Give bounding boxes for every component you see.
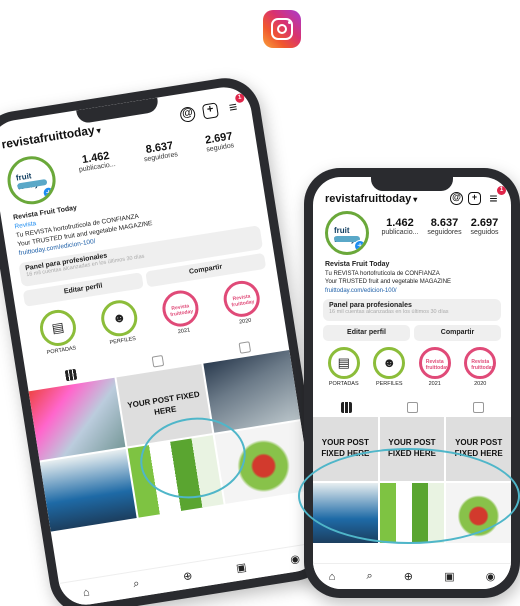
post-thumbnail[interactable] [39, 448, 137, 532]
grid-tab-icon[interactable] [64, 368, 77, 381]
instagram-profile-screen: revistafruittoday▾ @ + ≡1 fruit today + … [313, 177, 511, 589]
stat-posts[interactable]: 1.462 publicacio... [381, 217, 418, 236]
highlight-2020[interactable]: Revista fruittoday 2020 [218, 278, 266, 328]
post-thumbnail[interactable] [446, 483, 511, 543]
bio-line-1: Tu REVISTA hortofrutícola de CONFIANZA [325, 270, 440, 277]
profile-icon[interactable]: ◉ [486, 570, 496, 583]
search-icon[interactable]: ⌕ [132, 577, 140, 591]
people-icon: ☻ [382, 355, 397, 370]
post-thumbnail[interactable] [313, 483, 378, 543]
threads-icon[interactable]: @ [450, 192, 463, 205]
highlight-perfiles[interactable]: ☻ PERFILES [96, 297, 144, 347]
post-thumbnail-fixed[interactable]: YOUR POST FIXED HERE [446, 417, 511, 481]
grid-tab-icon[interactable] [340, 401, 352, 413]
home-icon[interactable]: ⌂ [82, 586, 90, 599]
notification-badge: 1 [234, 93, 245, 104]
book-icon: ▤ [50, 319, 66, 336]
share-profile-button[interactable]: Compartir [414, 325, 501, 341]
stat-following[interactable]: 2.697 seguidos [470, 217, 498, 236]
tagged-tab-icon[interactable] [237, 340, 251, 354]
highlight-2020[interactable]: Revista fruittoday 2020 [459, 347, 501, 387]
highlight-portadas[interactable]: ▤ PORTADAS [34, 307, 82, 357]
highlight-2021[interactable]: Revista fruittoday 2021 [414, 347, 456, 387]
avatar[interactable]: fruit today + [325, 211, 369, 255]
edit-profile-button[interactable]: Editar perfil [323, 325, 410, 341]
profile-name: Revista Fruit Today [325, 261, 390, 268]
post-thumbnail-fixed[interactable]: YOUR POST FIXED HERE [313, 417, 378, 481]
highlight-portadas[interactable]: ▤ PORTADAS [323, 347, 365, 387]
professional-dashboard[interactable]: Panel para profesionales 16 mil cuentas … [323, 299, 501, 321]
tagged-tab-icon[interactable] [472, 401, 484, 413]
create-icon[interactable]: ⊕ [404, 570, 413, 583]
post-thumbnail[interactable] [214, 421, 312, 504]
bottom-nav: ⌂ ⌕ ⊕ ▣ ◉ [58, 541, 324, 606]
phone-right: revistafruittoday▾ @ + ≡1 fruit today + … [304, 168, 520, 598]
add-post-icon[interactable]: + [201, 102, 219, 120]
book-icon: ▤ [337, 355, 350, 370]
reels-tab-icon[interactable] [151, 354, 164, 368]
menu-icon[interactable]: ≡ 1 [486, 186, 506, 206]
post-thumbnail[interactable] [127, 435, 224, 518]
profile-stats: 1.462 publicacio... 8.637 seguidores 2.697… [377, 217, 503, 236]
posts-grid: YOUR POST FIXED HERE YOUR POST FIXED HER… [313, 417, 511, 543]
username-dropdown[interactable]: revistafruittoday▾ [325, 193, 417, 205]
promo-image: revistafruittoday▾ @ + ≡1 fruit today + … [0, 0, 520, 606]
instagram-logo-icon [263, 10, 301, 48]
reels-icon[interactable]: ▣ [235, 560, 247, 574]
post-thumbnail[interactable] [203, 350, 301, 433]
menu-icon[interactable]: ≡ 1 [225, 93, 245, 116]
add-post-icon[interactable]: + [468, 192, 481, 205]
stat-posts[interactable]: 1.462 publicacio... [77, 149, 116, 174]
instagram-profile-screen: revistafruittoday▾ @ + ≡1 fruit today + … [0, 83, 324, 606]
phone-notch [371, 177, 453, 191]
highlight-2021[interactable]: Revista fruittoday 2021 [157, 287, 205, 337]
home-icon[interactable]: ⌂ [329, 571, 336, 583]
people-icon: ☻ [111, 309, 128, 327]
reels-tab-icon[interactable] [406, 401, 418, 413]
post-thumbnail-fixed[interactable]: YOUR POST FIXED HERE [116, 363, 213, 447]
bottom-nav: ⌂ ⌕ ⊕ ▣ ◉ [313, 563, 511, 589]
stat-followers[interactable]: 8.637 seguidores [142, 139, 179, 164]
reels-icon[interactable]: ▣ [444, 570, 454, 583]
add-story-icon[interactable]: + [354, 240, 366, 252]
profile-bio: Revista Fruit Today Tu REVISTA hortofrut… [325, 261, 503, 295]
bio-line-2: Your TRUSTED fruit and vegetable MAGAZIN… [325, 279, 452, 285]
stat-followers[interactable]: 8.637 seguidores [427, 217, 461, 236]
phone-left: revistafruittoday▾ @ + ≡1 fruit today + … [0, 73, 334, 606]
highlight-perfiles[interactable]: ☻ PERFILES [368, 347, 410, 387]
post-thumbnail[interactable] [379, 483, 445, 543]
username-dropdown[interactable]: revistafruittoday▾ [0, 121, 101, 151]
profile-tabs [313, 399, 511, 415]
profile-icon[interactable]: ◉ [289, 552, 300, 566]
stat-following[interactable]: 2.697 seguidos [204, 130, 234, 153]
bio-link[interactable]: fruittoday.com/edicion-100/ [325, 287, 503, 296]
notification-badge: 1 [497, 186, 506, 195]
profile-top-bar: revistafruittoday▾ @ + ≡1 [325, 186, 506, 206]
profile-actions: Editar perfil Compartir [323, 325, 501, 341]
avatar[interactable]: fruit today + [4, 152, 60, 208]
threads-icon[interactable]: @ [179, 105, 197, 124]
create-icon[interactable]: ⊕ [182, 569, 193, 583]
search-icon[interactable]: ⌕ [366, 570, 372, 583]
post-thumbnail[interactable] [28, 377, 126, 461]
add-story-icon[interactable]: + [41, 185, 56, 200]
story-highlights: ▤ PORTADAS ☻ PERFILES Revista fruittoday 20… [321, 347, 503, 387]
post-thumbnail-fixed[interactable]: YOUR POST FIXED HERE [379, 417, 445, 481]
